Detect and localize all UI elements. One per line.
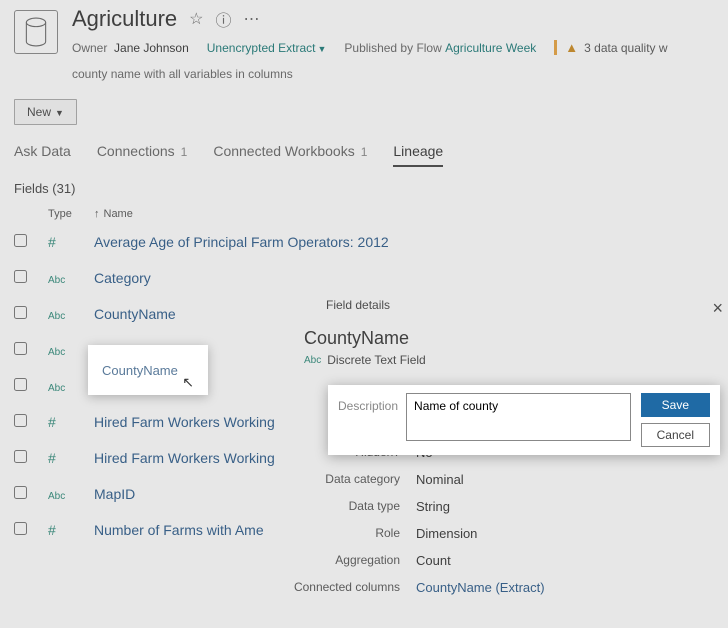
favorite-star-icon[interactable]: ☆ <box>189 9 203 29</box>
type-text-icon: Abc <box>48 311 65 322</box>
row-checkbox[interactable] <box>14 486 27 499</box>
tab-lineage[interactable]: Lineage <box>393 143 443 167</box>
description-input[interactable]: Name of county <box>406 393 631 441</box>
row-checkbox[interactable] <box>14 234 27 247</box>
table-row[interactable]: Abc Category <box>0 260 728 296</box>
row-checkbox[interactable] <box>14 270 27 283</box>
type-number-icon: # <box>48 414 56 430</box>
type-text-icon: Abc <box>48 383 65 394</box>
field-name-link[interactable]: Hired Farm Workers Working <box>94 450 275 466</box>
description-edit-popover: Description Name of county Save Cancel <box>328 385 720 455</box>
row-checkbox[interactable] <box>14 522 27 535</box>
type-number-icon: # <box>48 450 56 466</box>
row-checkbox[interactable] <box>14 450 27 463</box>
role-label: Role <box>280 526 416 541</box>
field-name-link[interactable]: Number of Farms with Ame <box>94 522 264 538</box>
data-type-label: Data type <box>280 499 416 514</box>
auth-dropdown[interactable]: Unencrypted Extract▼ <box>207 41 327 55</box>
field-name-link[interactable]: Category <box>94 270 151 286</box>
connected-columns-label: Connected columns <box>280 580 416 595</box>
tab-connections[interactable]: Connections1 <box>97 143 188 167</box>
chevron-down-icon: ▼ <box>55 108 64 118</box>
new-button[interactable]: New▼ <box>14 99 77 125</box>
field-name-link[interactable]: CountyName <box>102 363 178 378</box>
connected-columns-link[interactable]: CountyName (Extract) <box>416 580 545 595</box>
type-text-icon: Abc <box>48 491 65 502</box>
field-detail-name: CountyName <box>304 328 725 349</box>
datasource-icon <box>14 10 58 54</box>
published-by-label: Published by Flow <box>344 41 441 55</box>
page-title: Agriculture <box>72 6 177 32</box>
field-name-link[interactable]: CountyName <box>94 306 176 322</box>
field-detail-type: Discrete Text Field <box>327 353 425 367</box>
sort-asc-icon: ↑ <box>94 208 100 220</box>
save-button[interactable]: Save <box>641 393 710 417</box>
data-category-value: Nominal <box>416 472 464 487</box>
cursor-icon: ↖ <box>182 374 194 391</box>
tab-ask-data[interactable]: Ask Data <box>14 143 71 167</box>
owner-label: Owner <box>72 41 107 55</box>
data-category-label: Data category <box>280 472 416 487</box>
data-type-value: String <box>416 499 450 514</box>
fields-count: Fields (31) <box>0 173 728 204</box>
datasource-description: county name with all variables in column… <box>72 67 728 81</box>
published-by-link[interactable]: Agriculture Week <box>445 41 536 55</box>
owner-name: Jane Johnson <box>114 41 189 55</box>
selected-row-highlight[interactable]: CountyName ↖ <box>88 345 208 395</box>
info-icon[interactable]: ⓘ <box>216 7 232 31</box>
column-type-header[interactable]: Type <box>48 208 94 220</box>
more-actions-icon[interactable]: ⋯ <box>244 9 260 29</box>
panel-heading: Field details <box>326 298 725 312</box>
type-number-icon: # <box>48 522 56 538</box>
row-checkbox[interactable] <box>14 414 27 427</box>
type-text-icon: Abc <box>304 355 321 366</box>
column-name-header[interactable]: ↑Name <box>94 208 133 220</box>
table-row[interactable]: # Average Age of Principal Farm Operator… <box>0 224 728 260</box>
aggregation-label: Aggregation <box>280 553 416 568</box>
type-text-icon: Abc <box>48 275 65 286</box>
field-name-link[interactable]: MapID <box>94 486 135 502</box>
row-checkbox[interactable] <box>14 378 27 391</box>
row-checkbox[interactable] <box>14 342 27 355</box>
field-name-link[interactable]: Average Age of Principal Farm Operators:… <box>94 234 389 250</box>
data-quality-warning[interactable]: ▲3 data quality w <box>554 40 667 55</box>
close-icon[interactable]: × <box>712 298 723 319</box>
description-label: Description <box>338 399 398 447</box>
row-checkbox[interactable] <box>14 306 27 319</box>
warning-triangle-icon: ▲ <box>565 40 578 55</box>
field-name-link[interactable]: Hired Farm Workers Working <box>94 414 275 430</box>
aggregation-value: Count <box>416 553 451 568</box>
cancel-button[interactable]: Cancel <box>641 423 710 447</box>
type-number-icon: # <box>48 234 56 250</box>
chevron-down-icon: ▼ <box>317 44 326 54</box>
role-value: Dimension <box>416 526 477 541</box>
tab-connected-workbooks[interactable]: Connected Workbooks1 <box>213 143 367 167</box>
type-text-icon: Abc <box>48 347 65 358</box>
